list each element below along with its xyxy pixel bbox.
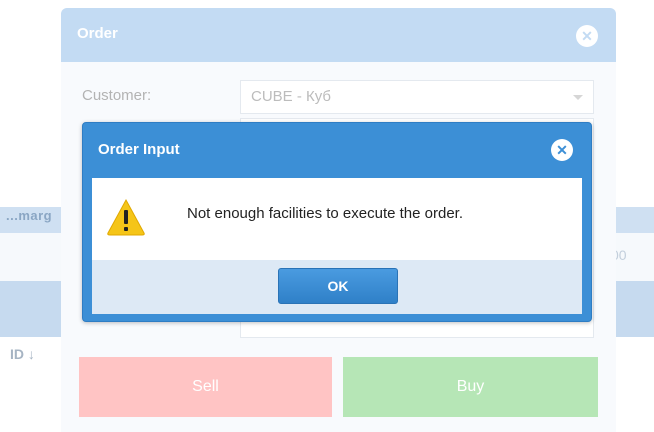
warning-icon (107, 198, 145, 236)
dialog-footer: OK (92, 260, 582, 314)
dialog-body: Not enough facilities to execute the ord… (92, 178, 582, 260)
order-modal-title: Order (77, 25, 118, 42)
buy-button[interactable]: Buy (343, 357, 598, 417)
dialog-title: Order Input (98, 141, 180, 158)
background-id-column-header[interactable]: ID ↓ (10, 346, 35, 362)
customer-label: Customer: (82, 87, 152, 104)
sell-button[interactable]: Sell (79, 357, 332, 417)
ok-button[interactable]: OK (278, 268, 398, 304)
close-icon[interactable]: ✕ (551, 139, 573, 161)
order-input-dialog: Order Input ✕ Not enough facilities to e… (82, 122, 592, 322)
customer-select[interactable]: CUBE - Куб (240, 80, 594, 114)
order-modal-header: Order ✕ (61, 8, 616, 62)
background-section-label: ...marg (6, 208, 53, 223)
customer-select-value: CUBE - Куб (251, 88, 332, 105)
chevron-down-icon (573, 95, 583, 100)
close-icon[interactable]: ✕ (576, 25, 598, 47)
dialog-message: Not enough facilities to execute the ord… (187, 205, 464, 222)
